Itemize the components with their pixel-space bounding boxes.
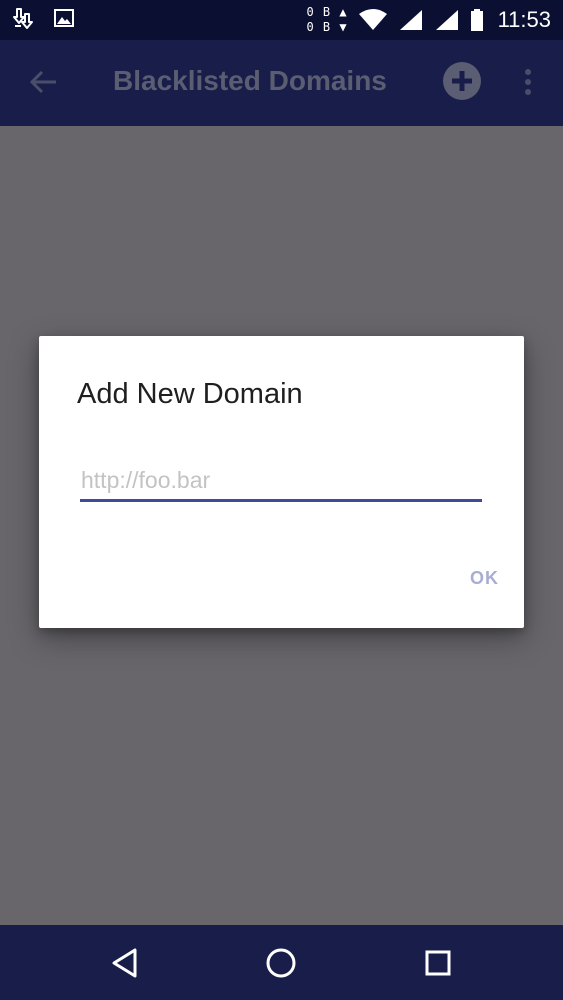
more-vert-icon[interactable]	[516, 62, 540, 102]
recents-square-icon[interactable]	[418, 943, 458, 983]
download-icon	[13, 8, 33, 29]
net-speed-up: 0 B ▲	[306, 5, 348, 19]
network-speed: 0 B ▲ 0 B ▼	[306, 5, 347, 35]
cell-signal-icon	[399, 10, 422, 30]
dialog-title: Add New Domain	[77, 378, 303, 410]
arrow-back-icon[interactable]	[26, 64, 62, 100]
status-bar: 0 B ▲ 0 B ▼ 11:53	[0, 0, 563, 40]
home-circle-icon[interactable]	[261, 943, 301, 983]
page-title: Blacklisted Domains	[113, 65, 387, 96]
notification-icons	[12, 6, 76, 32]
net-speed-down: 0 B ▼	[306, 20, 348, 34]
back-triangle-icon[interactable]	[106, 943, 146, 983]
image-icon	[54, 9, 74, 27]
domain-input[interactable]	[80, 462, 482, 502]
app-bar: Blacklisted Domains	[0, 40, 563, 126]
clock: 11:53	[497, 7, 551, 32]
system-icons: 0 B ▲ 0 B ▼ 11:53	[306, 4, 551, 36]
ok-button[interactable]: OK	[419, 560, 499, 596]
nav-bar	[0, 925, 563, 1000]
add-domain-dialog: Add New Domain OK	[39, 336, 524, 628]
wifi-icon	[358, 9, 387, 30]
battery-icon	[470, 9, 483, 31]
cell-signal-icon	[435, 10, 458, 30]
add-circle-icon[interactable]	[442, 61, 482, 101]
